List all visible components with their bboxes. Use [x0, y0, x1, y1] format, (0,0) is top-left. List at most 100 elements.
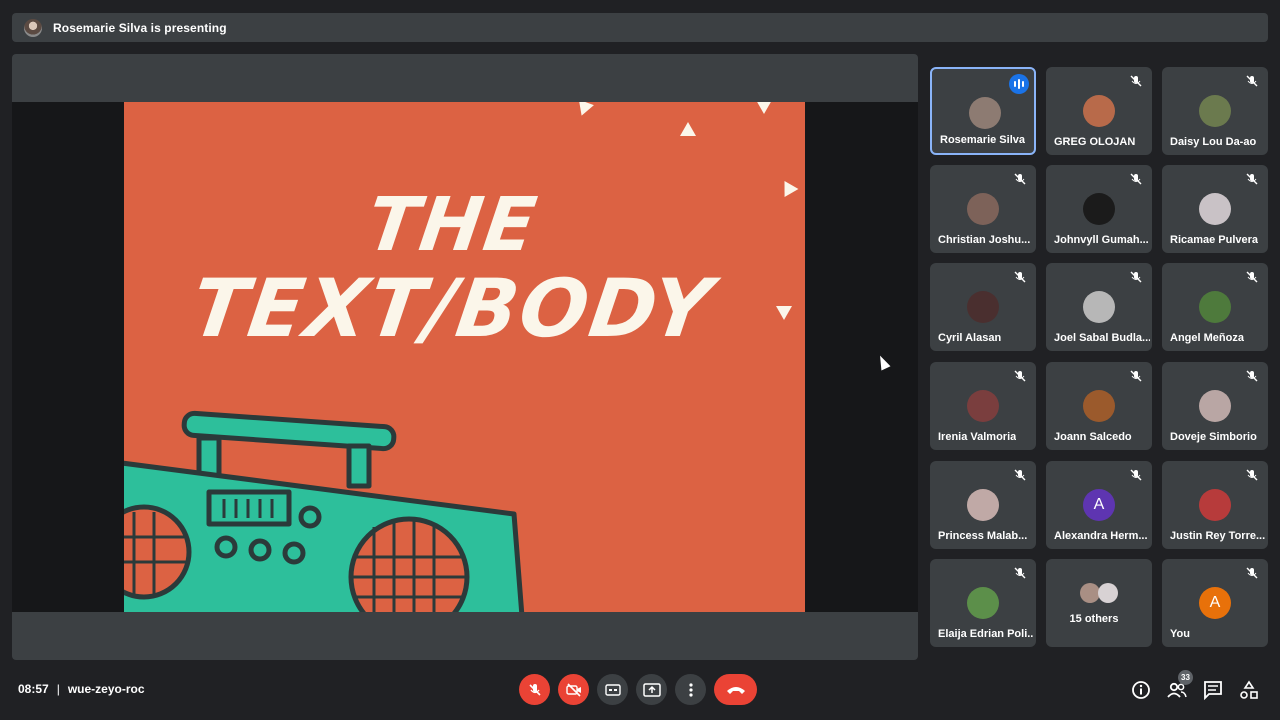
leave-call-button[interactable]	[714, 674, 757, 705]
activities-icon[interactable]	[1239, 680, 1259, 700]
participant-name: Cyril Alasan	[938, 332, 1002, 344]
slide-triangle-decoration	[680, 122, 696, 136]
participant-tile[interactable]: A Alexandra Herm...	[1046, 461, 1152, 549]
meeting-controls-bar: 08:57 | wue-zeyo-roc	[0, 668, 1280, 710]
participant-name: Rosemarie Silva	[940, 134, 1025, 146]
participant-name: Alexandra Herm...	[1054, 530, 1148, 542]
participant-name: Elaija Edrian Poli...	[938, 628, 1034, 640]
others-tile[interactable]: 15 others	[1046, 559, 1152, 647]
participant-name: Daisy Lou Da-ao	[1170, 136, 1257, 148]
participant-name: Justin Rey Torre...	[1170, 530, 1266, 542]
participant-tile[interactable]: GREG OLOJAN	[1046, 67, 1152, 155]
participant-avatar	[967, 489, 999, 521]
mic-off-icon	[1246, 75, 1258, 87]
speaking-indicator-icon	[1009, 74, 1029, 94]
participant-avatar	[1098, 583, 1118, 603]
participant-name: GREG OLOJAN	[1054, 136, 1136, 148]
meeting-code: wue-zeyo-roc	[67, 682, 145, 696]
participant-avatar	[967, 587, 999, 619]
more-vert-icon	[688, 682, 693, 697]
mic-off-icon	[1130, 469, 1142, 481]
participant-name: Joel Sabal Budla...	[1054, 332, 1150, 344]
participant-avatar	[967, 291, 999, 323]
participant-avatar	[1083, 95, 1115, 127]
mic-off-icon	[1246, 173, 1258, 185]
participant-name: Doveje Simborio	[1170, 431, 1257, 443]
slide-title-line-2: TEXT/BODY	[186, 262, 719, 355]
mic-off-icon	[1130, 75, 1142, 87]
others-count-label: 15 others	[1069, 613, 1119, 625]
participant-avatar	[1199, 489, 1231, 521]
chat-icon[interactable]	[1203, 680, 1223, 700]
slide-triangle-decoration	[574, 102, 594, 119]
meeting-details: 08:57 | wue-zeyo-roc	[18, 682, 145, 696]
mic-off-icon	[1014, 173, 1026, 185]
presenter-avatar	[24, 18, 42, 37]
presentation-slide: THE TEXT/BODY	[124, 102, 805, 612]
participant-avatar	[1199, 291, 1231, 323]
participant-name: Joann Salcedo	[1054, 431, 1132, 443]
participant-tile[interactable]: Cyril Alasan	[930, 263, 1036, 351]
participant-avatar	[1199, 95, 1231, 127]
participant-tile[interactable]: Angel Meñoza	[1162, 263, 1268, 351]
presenting-text: Rosemarie Silva is presenting	[53, 20, 227, 35]
participant-tile[interactable]: Rosemarie Silva	[930, 67, 1036, 155]
captions-button[interactable]	[597, 674, 628, 705]
participant-avatar	[1083, 193, 1115, 225]
mic-off-icon	[1130, 173, 1142, 185]
mic-off-icon	[1246, 567, 1258, 579]
microphone-toggle-button[interactable]	[519, 674, 550, 705]
participant-avatar	[1199, 193, 1231, 225]
captions-icon	[604, 683, 621, 696]
slide-triangle-decoration	[756, 102, 772, 114]
mic-off-icon	[1246, 370, 1258, 382]
participant-tile[interactable]: Justin Rey Torre...	[1162, 461, 1268, 549]
participant-name: Irenia Valmoria	[938, 431, 1017, 443]
participant-avatar: A	[1083, 489, 1115, 521]
participant-name: Johnvyll Gumah...	[1054, 234, 1149, 246]
participant-name: You	[1170, 628, 1190, 640]
mic-off-icon	[1246, 469, 1258, 481]
participant-tile[interactable]: Joann Salcedo	[1046, 362, 1152, 450]
participant-name: Ricamae Pulvera	[1170, 234, 1259, 246]
mic-off-icon	[1130, 271, 1142, 283]
participant-name: Princess Malab...	[938, 530, 1028, 542]
participant-tile[interactable]: Christian Joshu...	[930, 165, 1036, 253]
meeting-info-icon[interactable]	[1131, 680, 1151, 700]
participant-tile[interactable]: Irenia Valmoria	[930, 362, 1036, 450]
participant-avatar	[967, 193, 999, 225]
participant-tile[interactable]: Doveje Simborio	[1162, 362, 1268, 450]
participant-name: Christian Joshu...	[938, 234, 1031, 246]
participant-tile-self[interactable]: A You	[1162, 559, 1268, 647]
participant-avatar	[969, 97, 1001, 129]
mic-off-icon	[1014, 370, 1026, 382]
participant-tile[interactable]: Daisy Lou Da-ao	[1162, 67, 1268, 155]
participant-avatar	[1080, 583, 1100, 603]
present-screen-button[interactable]	[636, 674, 667, 705]
mic-off-icon	[1014, 567, 1026, 579]
participant-tile[interactable]: Johnvyll Gumah...	[1046, 165, 1152, 253]
mic-off-icon	[1246, 271, 1258, 283]
mic-off-icon	[1130, 370, 1142, 382]
participant-avatar	[1083, 390, 1115, 422]
presenting-banner: Rosemarie Silva is presenting	[12, 13, 1268, 42]
participant-name: Angel Meñoza	[1170, 332, 1244, 344]
participant-tile[interactable]: Princess Malab...	[930, 461, 1036, 549]
camera-off-icon	[565, 682, 581, 697]
participant-tile[interactable]: Ricamae Pulvera	[1162, 165, 1268, 253]
presentation-stage[interactable]: THE TEXT/BODY	[12, 54, 918, 660]
mic-off-icon	[1014, 271, 1026, 283]
participant-tile[interactable]: Elaija Edrian Poli...	[930, 559, 1036, 647]
meeting-time: 08:57	[18, 682, 49, 696]
mic-off-icon	[1014, 469, 1026, 481]
mic-off-icon	[528, 683, 541, 696]
participant-avatar: A	[1199, 587, 1231, 619]
slide-title-line-1: THE	[361, 182, 544, 268]
more-options-button[interactable]	[675, 674, 706, 705]
participant-count-badge: 33	[1178, 670, 1193, 685]
hang-up-icon	[726, 686, 745, 694]
meeting-separator: |	[56, 682, 60, 696]
camera-toggle-button[interactable]	[558, 674, 589, 705]
participant-tile[interactable]: Joel Sabal Budla...	[1046, 263, 1152, 351]
participant-avatar	[1083, 291, 1115, 323]
